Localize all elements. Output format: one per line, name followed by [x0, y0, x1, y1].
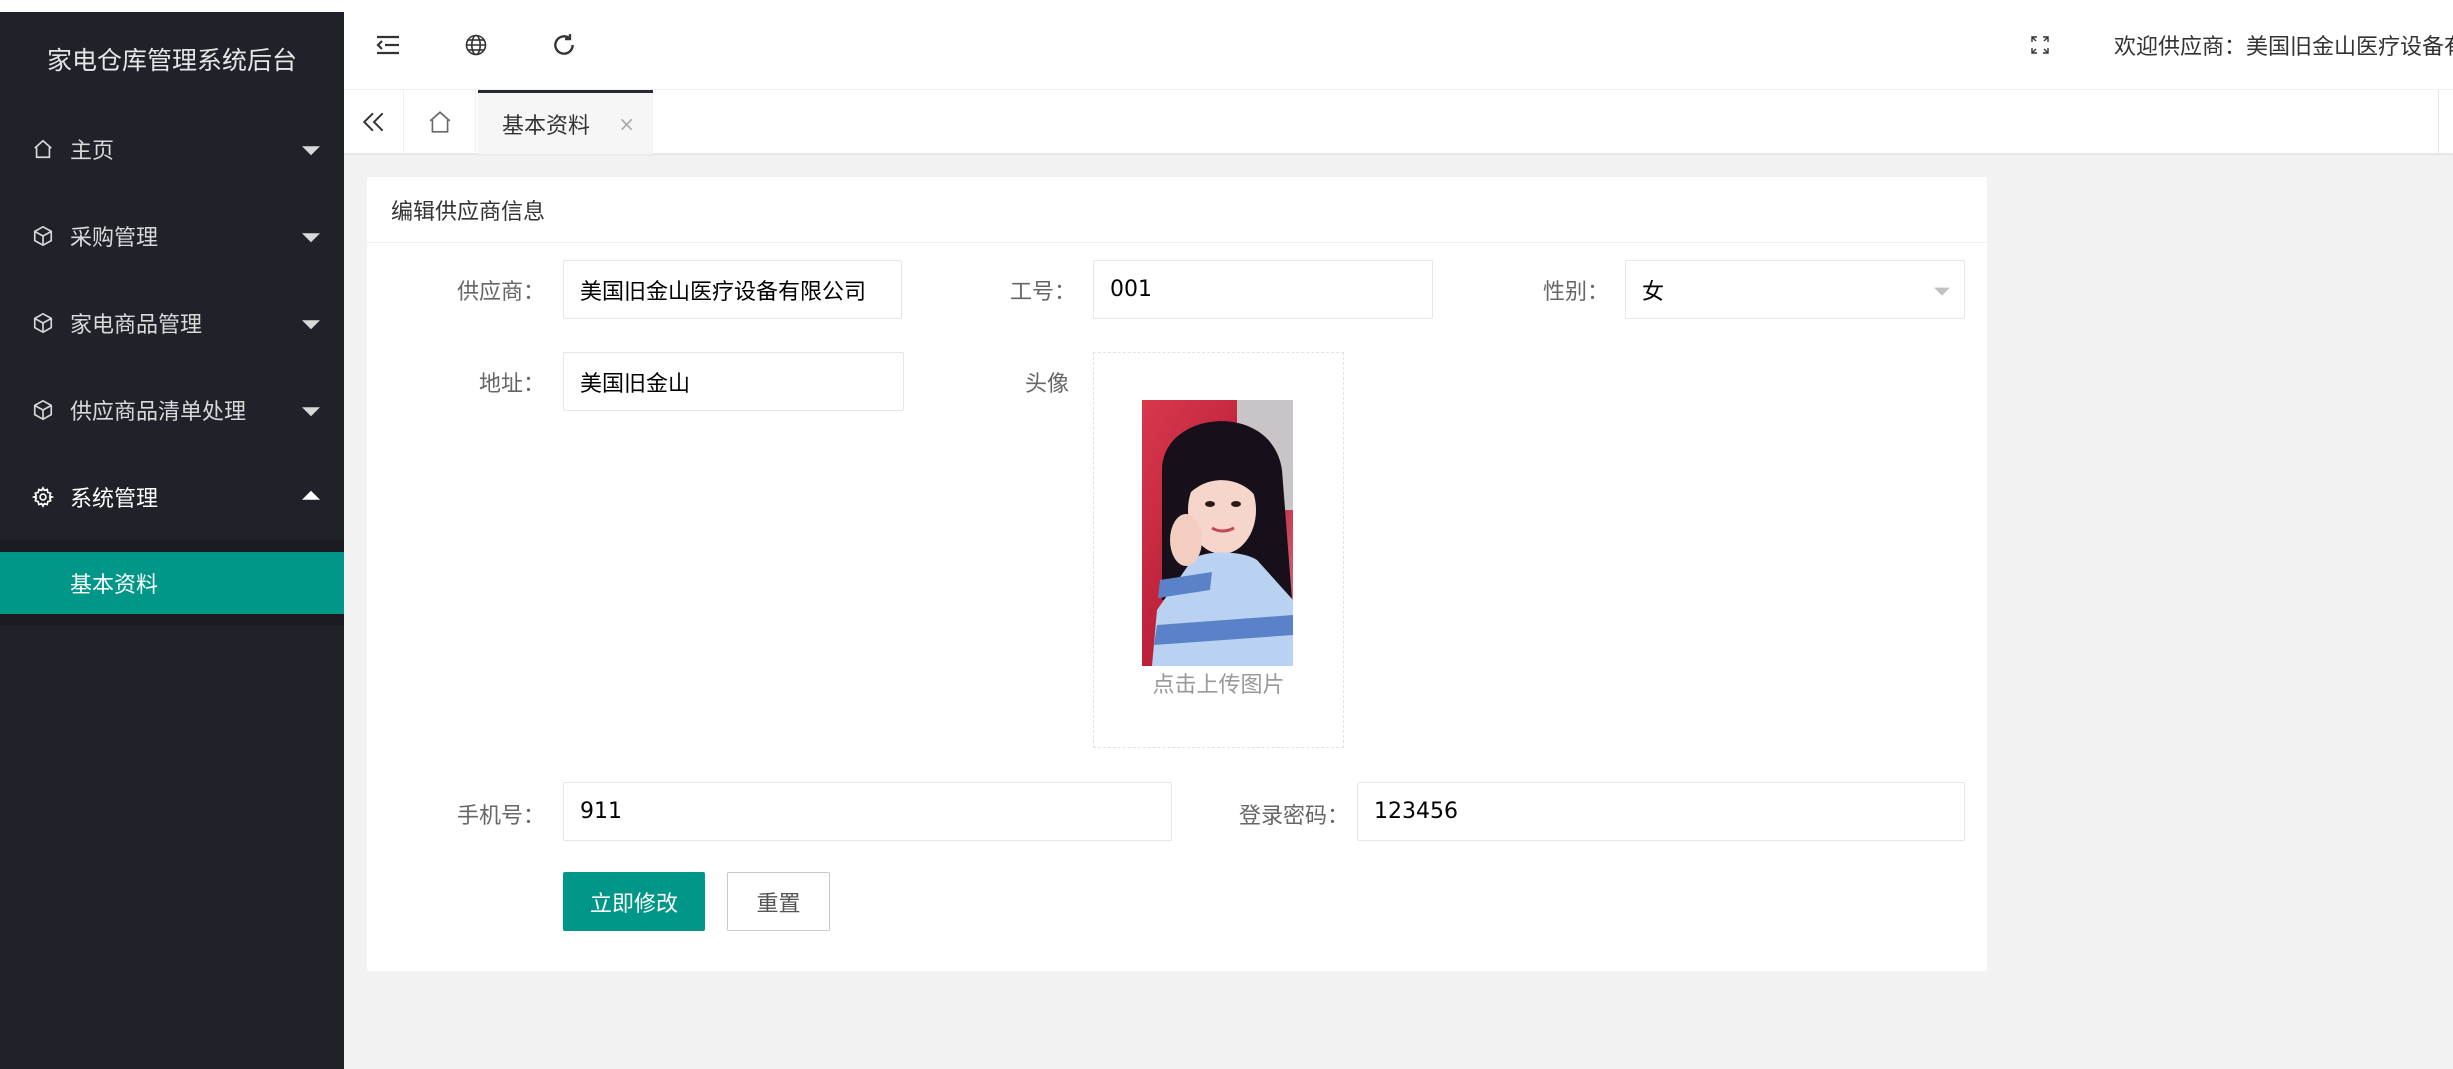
gender-select[interactable]: 女 — [1625, 260, 1965, 319]
globe-icon — [465, 34, 487, 56]
sidebar: 家电仓库管理系统后台 主页 采购管理 家电商品管理 供应商品清单处理 系统管理 — [0, 0, 344, 1069]
job-no-input[interactable]: 001 — [1093, 260, 1433, 319]
sidebar-item-label: 主页 — [70, 138, 115, 164]
indent-icon — [376, 35, 399, 55]
password-input[interactable]: 123456 — [1357, 782, 1965, 841]
tab-label: 基本资料 — [502, 113, 591, 139]
refresh-button[interactable] — [520, 0, 608, 90]
avatar-upload[interactable]: 点击上传图片 — [1093, 352, 1344, 748]
password-label: 登录密码： — [1238, 804, 1349, 829]
tab-bar: 基本资料 × — [344, 90, 2453, 154]
job-no-label: 工号： — [1009, 280, 1076, 305]
sidebar-item-label: 系统管理 — [70, 486, 159, 512]
cube-icon — [30, 310, 56, 336]
upload-hint: 点击上传图片 — [1152, 673, 1285, 698]
sidebar-item-system[interactable]: 系统管理 — [0, 453, 344, 540]
collapse-menu-button[interactable] — [344, 0, 432, 90]
chevron-down-icon — [1934, 287, 1950, 296]
reset-button[interactable]: 重置 — [727, 872, 830, 931]
home-icon — [429, 111, 450, 133]
cube-icon — [30, 223, 56, 249]
welcome-text[interactable]: 欢迎供应商：美国旧金山医疗设备有限公司 — [2114, 0, 2453, 90]
sidebar-item-label: 采购管理 — [70, 225, 159, 251]
gender-value: 女 — [1642, 279, 1665, 305]
app-title: 家电仓库管理系统后台 — [46, 45, 297, 75]
fullscreen-button[interactable] — [2010, 0, 2070, 90]
tab-home[interactable] — [404, 90, 476, 154]
sidebar-item-appliance-products[interactable]: 家电商品管理 — [0, 279, 344, 366]
phone-label: 手机号： — [456, 804, 545, 829]
chevron-up-icon — [302, 490, 320, 500]
sidebar-subitem-basic-info[interactable]: 基本资料 — [0, 552, 344, 614]
website-button[interactable] — [432, 0, 520, 90]
chevron-down-icon — [302, 406, 320, 416]
phone-input[interactable]: 911 — [563, 782, 1172, 841]
gear-icon — [30, 484, 56, 510]
sidebar-item-home[interactable]: 主页 — [0, 105, 344, 192]
sidebar-item-purchase[interactable]: 采购管理 — [0, 192, 344, 279]
gender-label: 性别： — [1542, 280, 1609, 305]
sidebar-header: 家电仓库管理系统后台 — [0, 0, 344, 105]
cube-icon — [30, 397, 56, 423]
double-chevron-left-icon — [362, 112, 383, 132]
submit-button[interactable]: 立即修改 — [563, 872, 705, 931]
tabs-right-divider — [2438, 90, 2439, 154]
sidebar-item-label: 家电商品管理 — [70, 312, 203, 338]
chevron-down-icon — [302, 319, 320, 329]
sidebar-item-label: 供应商品清单处理 — [70, 399, 247, 425]
home-icon — [30, 136, 56, 162]
avatar-image — [1142, 400, 1293, 666]
edit-supplier-card: 编辑供应商信息 供应商： 美国旧金山医疗设备有限公司 工号： 001 性别： 女… — [367, 177, 1987, 971]
tabs-scroll-left-button[interactable] — [344, 90, 404, 154]
top-header: 欢迎供应商：美国旧金山医疗设备有限公司 — [344, 0, 2453, 90]
supplier-label: 供应商： — [456, 280, 545, 305]
card-title: 编辑供应商信息 — [367, 177, 1987, 243]
address-label: 地址： — [478, 372, 545, 397]
chevron-down-icon — [302, 232, 320, 242]
chevron-down-icon — [302, 145, 320, 155]
supplier-input[interactable]: 美国旧金山医疗设备有限公司 — [563, 260, 902, 319]
address-input[interactable]: 美国旧金山 — [563, 352, 904, 411]
sidebar-submenu: 基本资料 — [0, 540, 344, 626]
avatar-label: 头像 — [1024, 372, 1069, 397]
close-icon[interactable]: × — [618, 112, 635, 136]
sidebar-item-supply-list[interactable]: 供应商品清单处理 — [0, 366, 344, 453]
tab-basic-info[interactable]: 基本资料 × — [478, 90, 653, 154]
fullscreen-icon — [2031, 36, 2049, 54]
refresh-icon — [554, 34, 574, 55]
